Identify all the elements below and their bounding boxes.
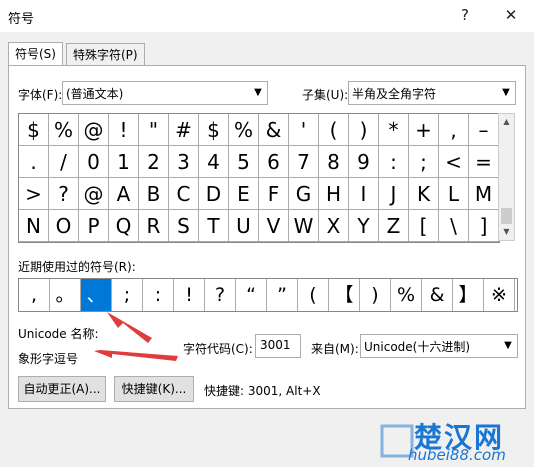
annotation-arrows xyxy=(94,312,178,361)
arrow-to-name xyxy=(94,350,178,361)
arrow-to-recent xyxy=(107,312,152,343)
watermark-url: hubei88.com xyxy=(408,446,506,464)
